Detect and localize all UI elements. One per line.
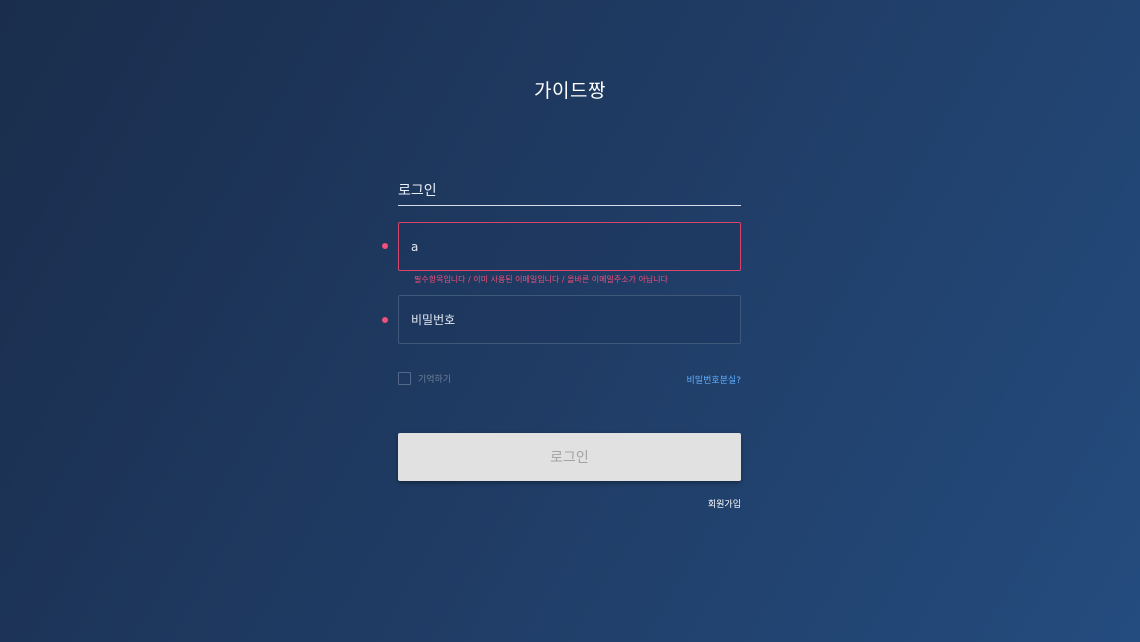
email-error-message: 필수항목입니다 / 이미 사용된 이메일입니다 / 올바른 이메일주소가 아닙니… [414, 275, 668, 284]
form-heading: 로그인 [398, 180, 741, 206]
forgot-password-link[interactable]: 비밀번호분실? [687, 373, 741, 386]
email-required-indicator [382, 243, 388, 249]
remember-checkbox[interactable] [398, 372, 411, 385]
password-placeholder: 비밀번호 [411, 313, 456, 327]
email-field[interactable]: a [398, 222, 741, 271]
email-field-value: a [411, 239, 419, 254]
remember-label: 기억하기 [418, 375, 452, 385]
remember-me[interactable]: 기억하기 [398, 372, 451, 385]
signup-link[interactable]: 회원가입 [708, 497, 741, 510]
login-button[interactable]: 로그인 [398, 433, 741, 481]
app-title: 가이드짱 [534, 80, 606, 102]
password-required-indicator [382, 317, 388, 323]
password-field[interactable]: 비밀번호 [398, 295, 741, 344]
